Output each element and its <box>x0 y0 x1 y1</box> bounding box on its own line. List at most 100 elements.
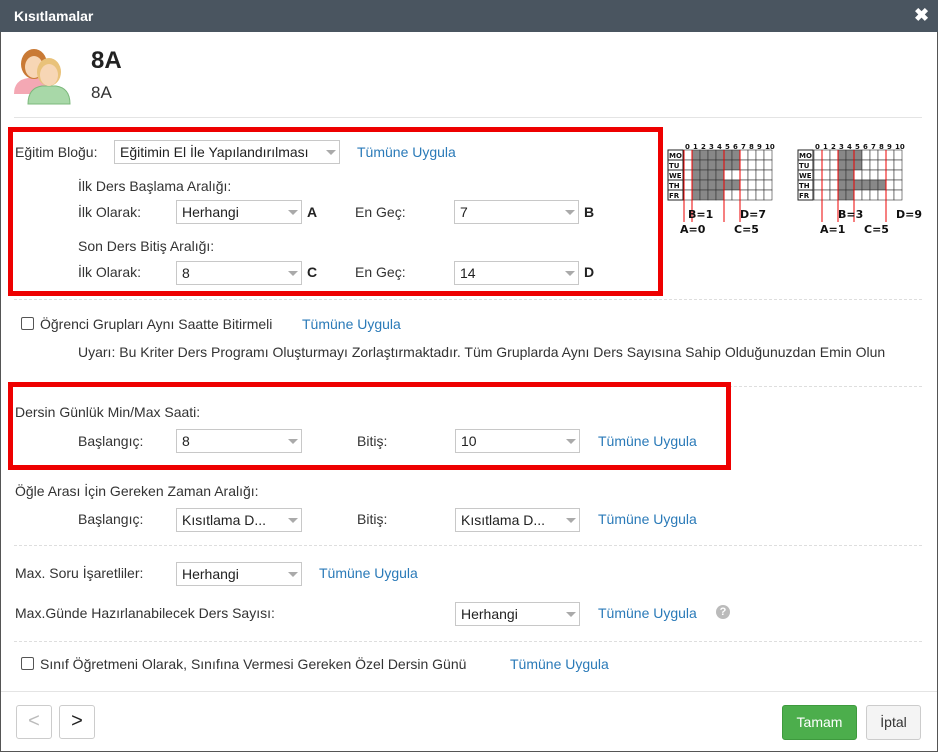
end-latest-select[interactable]: 14 <box>454 261 579 285</box>
apply-all-max-question-link[interactable]: Tümüne Uygula <box>319 565 418 581</box>
cancel-button[interactable]: İptal <box>866 705 921 740</box>
diagram-day-label: TH <box>799 182 810 190</box>
diagram-day-label: TU <box>669 162 680 170</box>
end-earliest-select[interactable]: 8 <box>176 261 302 285</box>
apply-all-class-teacher-link[interactable]: Tümüne Uygula <box>510 656 609 672</box>
max-daily-lessons-label: Max.Günde Hazırlanabilecek Ders Sayısı: <box>15 605 275 621</box>
prev-button[interactable]: < <box>16 705 52 739</box>
diagram-cell <box>763 189 773 201</box>
diagram-marker-label: D=9 <box>896 208 922 221</box>
diagram-cell <box>829 179 839 191</box>
max-question-select[interactable]: Herhangi <box>176 562 302 586</box>
education-block-label: Eğitim Bloğu: <box>15 144 98 160</box>
student-groups-warning: Uyarı: Bu Kriter Ders Programı Oluşturma… <box>78 344 886 360</box>
diagram-cell <box>861 189 871 201</box>
diagram-cell <box>755 149 765 161</box>
diagram-cell <box>853 179 863 191</box>
diagram-cell <box>837 169 847 181</box>
lunch-start-label: Başlangıç: <box>78 511 144 527</box>
divider <box>14 641 922 642</box>
diagram-cell <box>747 169 757 181</box>
diagram-cell <box>837 149 847 161</box>
diagram-cell <box>893 149 903 161</box>
diagram-cell <box>885 189 895 201</box>
diagram-cell <box>869 189 879 201</box>
start-earliest-select[interactable]: Herhangi <box>176 200 302 224</box>
diagram-cell <box>739 149 749 161</box>
diagram-cell <box>707 159 717 171</box>
diagram-cell <box>699 149 709 161</box>
diagram-cell <box>845 189 855 201</box>
diagram-cell <box>821 169 831 181</box>
diagram-cell <box>893 159 903 171</box>
diagram-cell <box>813 159 823 171</box>
diagram-marker-label: B=3 <box>838 208 863 221</box>
student-groups-label: Öğrenci Grupları Aynı Saatte Bitirmeli <box>40 316 273 332</box>
lunch-start-select[interactable]: Kısıtlama D... <box>176 508 302 532</box>
diagram-day-label: WE <box>799 172 812 180</box>
diagram-cell <box>869 159 879 171</box>
diagram-cell <box>747 189 757 201</box>
apply-all-max-daily-link[interactable]: Tümüne Uygula <box>598 605 697 621</box>
diagram-cell <box>707 179 717 191</box>
student-groups-checkbox[interactable] <box>21 317 34 330</box>
diagram-cell <box>885 149 895 161</box>
end-earliest-label: İlk Olarak: <box>78 264 142 280</box>
diagram-cell <box>691 159 701 171</box>
diagram-cell <box>845 179 855 191</box>
start-latest-label: En Geç: <box>355 204 406 220</box>
diagram-cell <box>699 179 709 191</box>
diagram-day-label: FR <box>799 192 810 200</box>
diagram-day-label: TU <box>799 162 810 170</box>
daily-end-select[interactable]: 10 <box>455 429 580 453</box>
lunch-end-select[interactable]: Kısıtlama D... <box>455 508 580 532</box>
diagram-marker-label: A=0 <box>680 223 706 236</box>
apply-all-education-link[interactable]: Tümüne Uygula <box>357 144 456 160</box>
diagram-cell <box>691 149 701 161</box>
max-daily-lessons-select[interactable]: Herhangi <box>455 602 580 626</box>
highlight-box-daily-minmax <box>8 382 731 470</box>
diagram-day-label: FR <box>669 192 680 200</box>
max-question-label: Max. Soru İşaretliler: <box>15 565 144 581</box>
diagram-cell <box>893 169 903 181</box>
diagram-cell <box>893 189 903 201</box>
divider <box>14 299 922 300</box>
dialog-titlebar: Kısıtlamalar ✖ <box>0 0 938 32</box>
apply-all-lunch-link[interactable]: Tümüne Uygula <box>598 511 697 527</box>
diagram-cell <box>731 189 741 201</box>
footer-divider <box>1 691 937 692</box>
diagram-cell <box>853 159 863 171</box>
ok-button[interactable]: Tamam <box>782 705 857 740</box>
start-earliest-letter: A <box>307 204 318 220</box>
diagram-cell <box>853 169 863 181</box>
diagram-cell <box>885 159 895 171</box>
diagram-cell <box>747 159 757 171</box>
diagram-cell <box>877 169 887 181</box>
apply-all-daily-link[interactable]: Tümüne Uygula <box>598 433 697 449</box>
diagram-cell <box>845 169 855 181</box>
diagram-cell <box>755 189 765 201</box>
diagram-day-label: TH <box>669 182 680 190</box>
diagram-cell <box>813 149 823 161</box>
diagram-cell <box>763 159 773 171</box>
daily-start-select[interactable]: 8 <box>176 429 302 453</box>
education-block-select[interactable]: Eğitimin El İle Yapılandırılması <box>114 140 340 164</box>
diagram-cell <box>683 189 693 201</box>
lunch-label: Öğle Arası İçin Gereken Zaman Aralığı: <box>15 483 259 499</box>
diagram-cell <box>877 189 887 201</box>
diagram-cell <box>829 159 839 171</box>
close-icon[interactable]: ✖ <box>914 5 929 26</box>
apply-all-student-groups-link[interactable]: Tümüne Uygula <box>302 316 401 332</box>
class-teacher-checkbox[interactable] <box>21 657 34 670</box>
diagram-cell <box>755 159 765 171</box>
start-latest-select[interactable]: 7 <box>454 200 579 224</box>
divider <box>14 545 922 546</box>
diagram-cell <box>861 179 871 191</box>
next-button[interactable]: > <box>59 705 95 739</box>
diagram-cell <box>731 169 741 181</box>
first-start-range-title: İlk Ders Başlama Aralığı: <box>78 178 232 194</box>
diagram-cell <box>877 179 887 191</box>
help-icon[interactable]: ? <box>716 605 730 619</box>
diagram-cell <box>885 179 895 191</box>
diagram-marker-label: D=7 <box>740 208 766 221</box>
